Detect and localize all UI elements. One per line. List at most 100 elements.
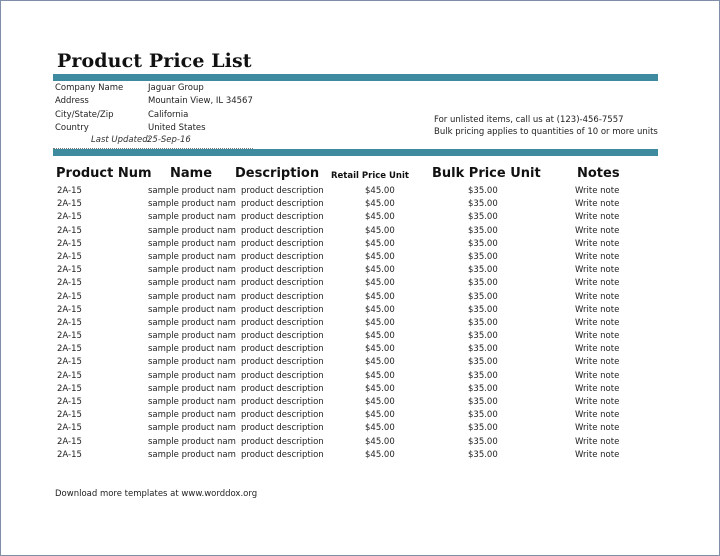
table-row: 2A-15 sample product name product descript… xyxy=(0,198,720,211)
cell-description: product description xyxy=(241,291,324,302)
country-value: United States xyxy=(148,122,206,133)
company-name-label: Company Name xyxy=(55,83,124,93)
cell-retail-price: $45.00 xyxy=(365,291,395,302)
cell-bulk-price: $35.00 xyxy=(468,410,498,421)
cell-retail-price: $45.00 xyxy=(365,397,395,407)
cell-description: product description xyxy=(241,199,324,210)
cell-bulk-price: $35.00 xyxy=(468,225,498,236)
cell-retail-price: $45.00 xyxy=(365,357,395,368)
cell-bulk-price: $35.00 xyxy=(468,304,498,315)
cell-product-num: 2A-15 xyxy=(57,410,82,421)
table-row: 2A-15 sample product name product descript… xyxy=(0,343,720,356)
cell-retail-price: $45.00 xyxy=(365,238,395,249)
cell-name: sample product name xyxy=(148,410,236,421)
cell-bulk-price: $35.00 xyxy=(468,317,498,328)
cell-note: Write note xyxy=(575,357,620,368)
cell-description: product description xyxy=(241,344,324,355)
cell-note: Write note xyxy=(575,397,620,407)
last-updated-label: Last Updated: xyxy=(91,135,151,145)
company-labels: Company Name Address City/State/Zip Coun… xyxy=(55,82,123,135)
cell-note: Write note xyxy=(575,331,620,342)
cell-note: Write note xyxy=(575,251,620,262)
cell-name: sample product name xyxy=(148,423,236,434)
cell-name: sample product name xyxy=(148,251,236,262)
cell-retail-price: $45.00 xyxy=(365,370,395,381)
cell-description: product description xyxy=(241,212,324,223)
table-row: 2A-15 sample product name product descript… xyxy=(0,409,720,422)
cell-retail-price: $45.00 xyxy=(365,212,395,223)
cell-description: product description xyxy=(241,383,324,394)
cell-retail-price: $45.00 xyxy=(365,199,395,210)
cell-description: product description xyxy=(241,225,324,236)
top-accent-bar xyxy=(53,74,658,81)
table-row: 2A-15 sample product name product descript… xyxy=(0,211,720,224)
cell-note: Write note xyxy=(575,225,620,236)
cell-product-num: 2A-15 xyxy=(57,423,82,434)
cell-retail-price: $45.00 xyxy=(365,317,395,328)
city-state-zip-label: City/State/Zip xyxy=(55,109,114,120)
country-label: Country xyxy=(55,122,89,133)
cell-bulk-price: $35.00 xyxy=(468,344,498,355)
cell-retail-price: $45.00 xyxy=(365,251,395,262)
cell-product-num: 2A-15 xyxy=(57,317,82,328)
pricing-notes: For unlisted items, call us at (123)-456… xyxy=(434,114,658,138)
page-title: Product Price List xyxy=(57,50,252,72)
cell-retail-price: $45.00 xyxy=(365,410,395,421)
cell-name: sample product name xyxy=(148,212,236,223)
cell-retail-price: $45.00 xyxy=(365,225,395,236)
cell-retail-price: $45.00 xyxy=(365,449,395,460)
cell-note: Write note xyxy=(575,317,620,328)
cell-product-num: 2A-15 xyxy=(57,357,82,368)
cell-description: product description xyxy=(241,370,324,381)
cell-name: sample product name xyxy=(148,238,236,249)
cell-name: sample product name xyxy=(148,436,236,447)
cell-product-num: 2A-15 xyxy=(57,278,82,289)
footer-download-link[interactable]: Download more templates at www.worddox.o… xyxy=(55,489,257,499)
table-row: 2A-15 sample product name product descript… xyxy=(0,317,720,330)
cell-name: sample product name xyxy=(148,199,236,210)
cell-bulk-price: $35.00 xyxy=(468,357,498,368)
cell-product-num: 2A-15 xyxy=(57,397,82,407)
cell-retail-price: $45.00 xyxy=(365,186,395,196)
unlisted-items-note: For unlisted items, call us at (123)-456… xyxy=(434,115,624,125)
cell-product-num: 2A-15 xyxy=(57,265,82,276)
cell-bulk-price: $35.00 xyxy=(468,265,498,276)
table-row: 2A-15 sample product name product descript… xyxy=(0,449,720,462)
cell-product-num: 2A-15 xyxy=(57,251,82,262)
cell-retail-price: $45.00 xyxy=(365,344,395,355)
cell-note: Write note xyxy=(575,278,620,289)
header-description: Description xyxy=(235,166,320,181)
cell-bulk-price: $35.00 xyxy=(468,186,498,196)
cell-description: product description xyxy=(241,278,324,289)
cell-product-num: 2A-15 xyxy=(57,238,82,249)
cell-note: Write note xyxy=(575,304,620,315)
cell-product-num: 2A-15 xyxy=(57,186,82,196)
cell-name: sample product name xyxy=(148,265,236,276)
table-row: 2A-15 sample product name product descript… xyxy=(0,436,720,449)
cell-note: Write note xyxy=(575,199,620,210)
table-row: 2A-15 sample product name product descript… xyxy=(0,291,720,304)
header-bulk-price: Bulk Price Unit xyxy=(432,166,541,181)
last-updated-value: 25-Sep-16 xyxy=(147,135,191,145)
cell-retail-price: $45.00 xyxy=(365,383,395,394)
cell-description: product description xyxy=(241,304,324,315)
table-row: 2A-15 sample product name product descript… xyxy=(0,264,720,277)
table-row: 2A-15 sample product name product descript… xyxy=(0,238,720,251)
cell-description: product description xyxy=(241,265,324,276)
cell-name: sample product name xyxy=(148,317,236,328)
cell-name: sample product name xyxy=(148,357,236,368)
cell-product-num: 2A-15 xyxy=(57,212,82,223)
cell-product-num: 2A-15 xyxy=(57,344,82,355)
header-name: Name xyxy=(170,166,213,181)
cell-retail-price: $45.00 xyxy=(365,265,395,276)
table-row: 2A-15 sample product name product descript… xyxy=(0,422,720,435)
address-label: Address xyxy=(55,96,89,107)
cell-product-num: 2A-15 xyxy=(57,436,82,447)
cell-name: sample product name xyxy=(148,225,236,236)
cell-description: product description xyxy=(241,410,324,421)
table-row: 2A-15 sample product name product descript… xyxy=(0,225,720,238)
price-table-body: 2A-15 sample product name product descript… xyxy=(0,185,720,462)
cell-note: Write note xyxy=(575,410,620,421)
table-row: 2A-15 sample product name product descript… xyxy=(0,356,720,369)
cell-note: Write note xyxy=(575,370,620,381)
